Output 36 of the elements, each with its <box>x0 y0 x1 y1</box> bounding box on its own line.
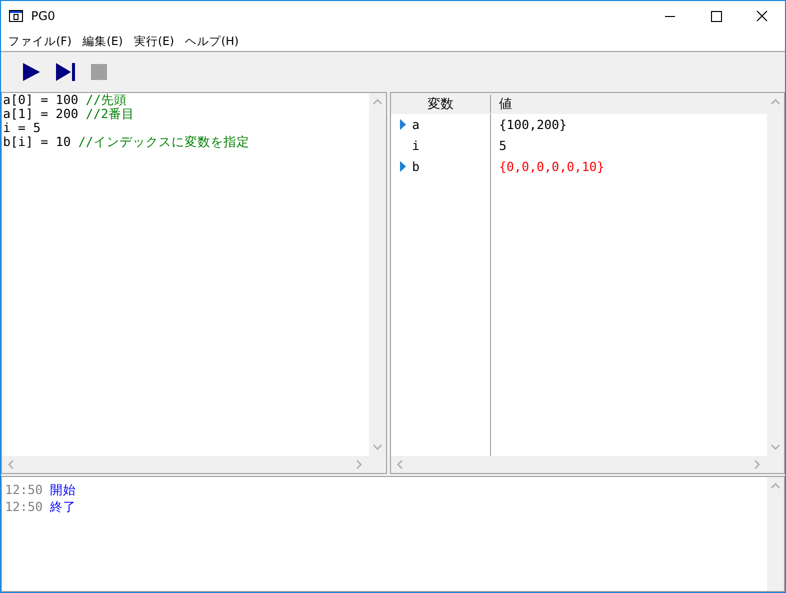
code-editor[interactable]: a[0] = 100 //先頭 a[1] = 200 //2番目 i = 5 b[i] = 10 //インデックスに変数を指定 <box>1 92 387 474</box>
scroll-down-icon[interactable] <box>771 444 780 450</box>
menu-item[interactable]: ファイル(F) <box>3 34 78 48</box>
column-header[interactable]: 変数 <box>391 94 491 112</box>
code-line: a[1] = 200 //2番目 <box>2 107 136 121</box>
log-time: 12:50 <box>5 482 43 497</box>
log-message: 終了 <box>50 499 76 514</box>
code-line: b[i] = 10 //インデックスに変数を指定 <box>2 135 250 149</box>
variable-name: b <box>412 159 420 174</box>
scroll-up-icon[interactable] <box>373 99 382 105</box>
app-icon <box>9 10 23 22</box>
variable-value: {100,200} <box>498 117 567 132</box>
scroll-left-icon[interactable] <box>8 460 14 469</box>
variable-value: {0,0,0,0,0,10} <box>498 159 604 174</box>
variable-name: a <box>412 117 420 132</box>
variable-value: 5 <box>498 138 507 153</box>
scroll-up-icon[interactable] <box>771 483 780 489</box>
scroll-left-icon[interactable] <box>397 460 403 469</box>
step-icon[interactable] <box>55 62 77 82</box>
scroll-up-icon[interactable] <box>771 99 780 105</box>
menu-item[interactable]: 編集(E) <box>78 34 129 48</box>
menu-item[interactable]: 実行(E) <box>128 34 180 48</box>
play-icon[interactable] <box>21 62 41 82</box>
log-message: 開始 <box>50 482 76 497</box>
window-title: PG0 <box>31 9 56 23</box>
scroll-right-icon[interactable] <box>754 460 760 469</box>
code-line: i = 5 <box>2 121 42 135</box>
variable-name: i <box>412 138 420 153</box>
menu-item[interactable]: ヘルプ(H) <box>180 34 245 48</box>
expand-icon[interactable] <box>400 161 406 172</box>
scroll-down-icon[interactable] <box>373 444 382 450</box>
expand-icon[interactable] <box>400 119 406 130</box>
code-line: a[0] = 100 //先頭 <box>2 93 128 107</box>
column-header[interactable]: 値 <box>491 94 512 112</box>
scroll-right-icon[interactable] <box>356 460 362 469</box>
log-time: 12:50 <box>5 499 43 514</box>
